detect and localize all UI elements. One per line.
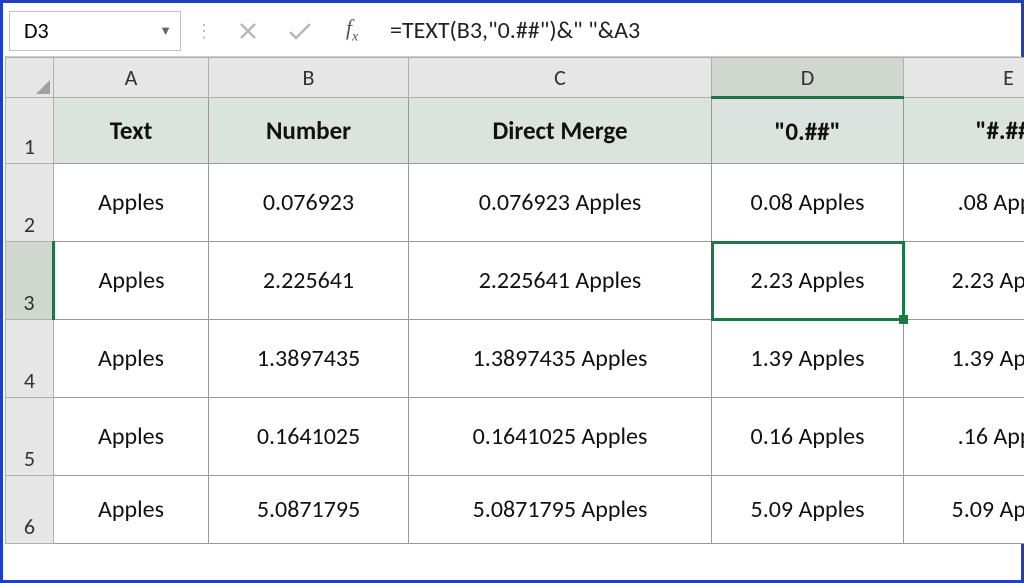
cell-D5[interactable]: 0.16 Apples <box>712 398 904 476</box>
table-row: 2 Apples 0.076923 0.076923 Apples 0.08 A… <box>6 164 1024 242</box>
fx-icon: fx <box>346 15 358 45</box>
formula-bar: D3 ▼ ⋮ fx <box>5 5 1019 57</box>
cell-E6[interactable]: 5.09 Apples <box>904 476 1024 544</box>
row-header-2[interactable]: 2 <box>6 164 54 242</box>
cell-A3[interactable]: Apples <box>54 242 209 320</box>
cell-A2[interactable]: Apples <box>54 164 209 242</box>
cell-B4[interactable]: 1.3897435 <box>209 320 409 398</box>
table-row: 6 Apples 5.0871795 5.0871795 Apples 5.09… <box>6 476 1024 544</box>
cancel-formula-button[interactable] <box>222 11 274 51</box>
column-header-E[interactable]: E <box>904 58 1024 98</box>
cell-E2[interactable]: .08 Apples <box>904 164 1024 242</box>
cell-C2[interactable]: 0.076923 Apples <box>409 164 712 242</box>
enter-formula-button[interactable] <box>274 11 326 51</box>
cell-E1[interactable]: "#.##" <box>904 98 1024 164</box>
table-row: 1 Text Number Direct Merge "0.##" "#.##" <box>6 98 1024 164</box>
select-all-corner[interactable] <box>6 58 54 98</box>
x-icon <box>238 21 258 41</box>
cell-B1[interactable]: Number <box>209 98 409 164</box>
cell-C5[interactable]: 0.1641025 Apples <box>409 398 712 476</box>
chevron-down-icon[interactable]: ▼ <box>159 23 172 39</box>
spreadsheet-grid[interactable]: A B C D E 1 Text Number Direct Merge "0.… <box>5 57 1019 544</box>
cell-C4[interactable]: 1.3897435 Apples <box>409 320 712 398</box>
cell-D3-value: 2.23 Apples <box>751 266 865 295</box>
cell-E3[interactable]: 2.23 Apples <box>904 242 1024 320</box>
cell-A1[interactable]: Text <box>54 98 209 164</box>
name-box-value: D3 <box>24 17 49 44</box>
cell-D2[interactable]: 0.08 Apples <box>712 164 904 242</box>
column-header-B[interactable]: B <box>209 58 409 98</box>
cell-B5[interactable]: 0.1641025 <box>209 398 409 476</box>
table-row: 3 Apples 2.225641 2.225641 Apples 2.23 A… <box>6 242 1024 320</box>
column-header-C[interactable]: C <box>409 58 712 98</box>
cell-C6[interactable]: 5.0871795 Apples <box>409 476 712 544</box>
separator-dots-icon: ⋮ <box>185 20 222 42</box>
cell-E4[interactable]: 1.39 Apples <box>904 320 1024 398</box>
cell-B6[interactable]: 5.0871795 <box>209 476 409 544</box>
cell-A6[interactable]: Apples <box>54 476 209 544</box>
cell-E5[interactable]: .16 Apples <box>904 398 1024 476</box>
column-header-A[interactable]: A <box>54 58 209 98</box>
cell-D4[interactable]: 1.39 Apples <box>712 320 904 398</box>
column-header-row: A B C D E <box>6 58 1024 98</box>
cell-C1[interactable]: Direct Merge <box>409 98 712 164</box>
cell-A5[interactable]: Apples <box>54 398 209 476</box>
row-header-5[interactable]: 5 <box>6 398 54 476</box>
row-header-6[interactable]: 6 <box>6 476 54 544</box>
name-box[interactable]: D3 ▼ <box>9 11 181 51</box>
formula-input[interactable] <box>378 12 1019 50</box>
row-header-4[interactable]: 4 <box>6 320 54 398</box>
table-row: 4 Apples 1.3897435 1.3897435 Apples 1.39… <box>6 320 1024 398</box>
row-header-3[interactable]: 3 <box>6 242 54 320</box>
table-row: 5 Apples 0.1641025 0.1641025 Apples 0.16… <box>6 398 1024 476</box>
cell-B3[interactable]: 2.225641 <box>209 242 409 320</box>
cell-D1[interactable]: "0.##" <box>712 98 904 164</box>
row-header-1[interactable]: 1 <box>6 98 54 164</box>
cell-B2[interactable]: 0.076923 <box>209 164 409 242</box>
cell-A4[interactable]: Apples <box>54 320 209 398</box>
insert-function-button[interactable]: fx <box>326 11 378 51</box>
check-icon <box>287 21 313 41</box>
cell-D3[interactable]: 2.23 Apples <box>712 242 904 320</box>
cell-D6[interactable]: 5.09 Apples <box>712 476 904 544</box>
cell-C3[interactable]: 2.225641 Apples <box>409 242 712 320</box>
column-header-D[interactable]: D <box>712 58 904 98</box>
fill-handle[interactable] <box>899 315 908 324</box>
